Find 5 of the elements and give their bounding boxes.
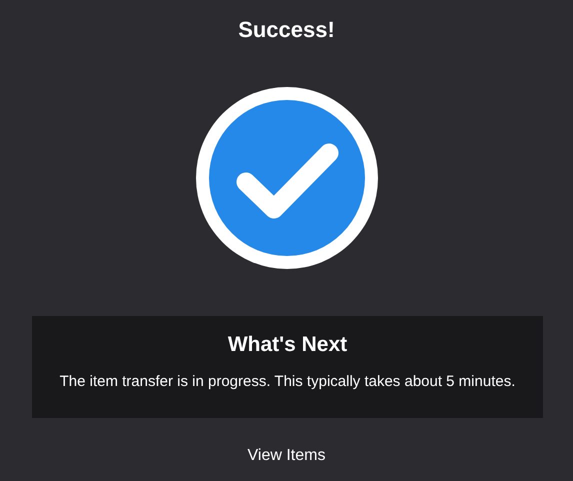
panel-heading: What's Next bbox=[226, 332, 348, 358]
success-title: Success! bbox=[238, 16, 335, 44]
panel-text: The item transfer is in progress. This typically takes about 5 minutes. bbox=[58, 372, 516, 392]
view-items-link[interactable]: View Items bbox=[248, 444, 326, 468]
checkmark-icon bbox=[196, 87, 378, 269]
